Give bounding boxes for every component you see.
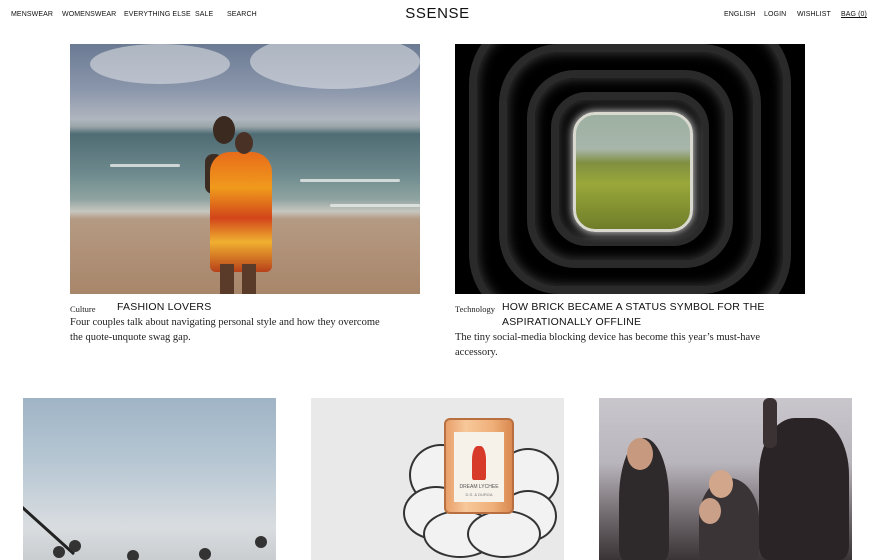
candle-name: DREAM LYCHEE (459, 484, 499, 490)
wave-shape (300, 179, 400, 182)
person-head (699, 498, 721, 524)
article-description: Four couples talk about navigating perso… (70, 317, 380, 328)
article-image-party[interactable] (599, 398, 852, 560)
person-head (255, 536, 267, 548)
article-image-fashion-lovers[interactable] (70, 44, 420, 294)
article-description: The tiny social-media blocking device ha… (455, 332, 761, 343)
nav-wishlist[interactable]: WISHLIST (797, 11, 831, 18)
article-title[interactable]: FASHION LOVERS (117, 300, 211, 315)
article-image-candle[interactable]: DREAM LYCHEE D.S. & DURGA (311, 398, 564, 560)
article-title[interactable]: HOW BRICK BECAME A STATUS SYMBOL FOR THE (502, 300, 765, 315)
person-head (709, 470, 733, 498)
person-body (210, 152, 272, 272)
article-category[interactable]: Culture (70, 304, 96, 314)
nav-language[interactable]: ENGLISH (724, 11, 755, 18)
article-description: accessory. (455, 347, 498, 358)
article-image-brick[interactable] (455, 44, 805, 294)
person-head (627, 438, 653, 470)
candle-label: DREAM LYCHEE D.S. & DURGA (454, 432, 504, 502)
person-head (213, 116, 235, 144)
top-navigation: MENSWEAR WOMENSWEAR EVERYTHING ELSE SALE… (0, 0, 875, 30)
vase-icon (472, 446, 486, 480)
wave-shape (110, 164, 180, 167)
cloud-shape (90, 44, 230, 84)
field-window (573, 112, 693, 232)
person-head (235, 132, 253, 154)
cloud-shape (250, 44, 420, 89)
raised-arm (763, 398, 777, 448)
candle-brand: D.S. & DURGA (465, 492, 493, 497)
person-head (69, 540, 81, 552)
nav-bag[interactable]: BAG (0) (841, 11, 867, 18)
candle-jar: DREAM LYCHEE D.S. & DURGA (444, 418, 514, 514)
person-head (199, 548, 211, 560)
article-category[interactable]: Technology (455, 304, 495, 314)
wave-shape (330, 204, 420, 207)
article-image-crowd[interactable] (23, 398, 276, 560)
person-head (53, 546, 65, 558)
person-leg (220, 264, 234, 294)
cloud-outline (467, 510, 541, 558)
article-description: the quote-unquote swag gap. (70, 332, 191, 343)
boom-pole (23, 506, 76, 556)
person-head (127, 550, 139, 560)
nav-login[interactable]: LOGIN (764, 11, 786, 18)
person-leg (242, 264, 256, 294)
article-title[interactable]: ASPIRATIONALLY OFFLINE (502, 315, 641, 330)
